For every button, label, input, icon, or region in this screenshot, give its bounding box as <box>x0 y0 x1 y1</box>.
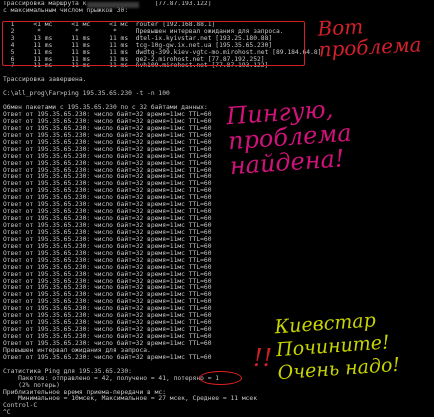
annotation-ping-found: Пингую, проблема найдена! <box>225 94 353 181</box>
console-line: Control-C <box>3 402 38 410</box>
console-line: с максимальным числом прыжков 30: <box>3 6 129 14</box>
highlight-timeout-hops <box>2 21 305 66</box>
redacted-hostname <box>87 2 139 8</box>
console-line: Минимальное = 10мсек, Максимальное = 27 … <box>3 395 258 403</box>
annotation-kyivstar-fix: Киевстар Почините! Очень надо! <box>273 309 401 384</box>
console-line: ^C <box>3 409 11 415</box>
annotation-problem: Вот проблема <box>316 14 423 62</box>
highlight-packet-loss <box>199 371 242 385</box>
console-line: Трассировка завершена. <box>3 76 87 84</box>
console-line: C:\all_prog\Far>ping 195.35.65.230 -t -n… <box>3 90 170 98</box>
annotation-exclamation: !! <box>253 344 273 372</box>
